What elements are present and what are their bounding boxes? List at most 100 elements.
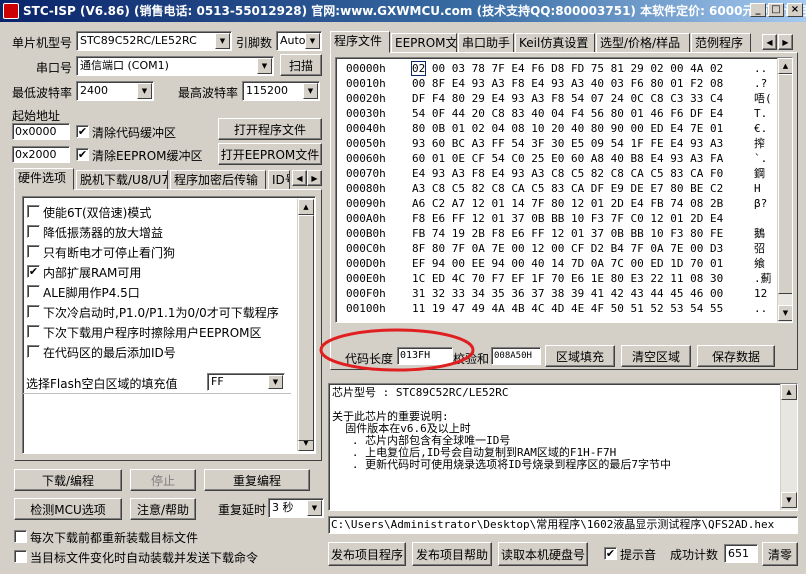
hex-ascii: 搾: [754, 137, 765, 150]
option-label: ALE脚用作P4.5口: [43, 286, 140, 300]
open-program-button[interactable]: 打开程序文件: [218, 118, 322, 140]
maximize-button[interactable]: □: [768, 3, 784, 17]
publish-help-button[interactable]: 发布项目帮助: [412, 542, 492, 566]
max-baud-value: 115200: [246, 84, 288, 97]
hex-row: 00000h 02 00 03 78 7F E4 F6 D8 FD 75 81 2…: [336, 61, 776, 77]
rtab-2[interactable]: 串口助手: [458, 33, 514, 53]
option-checkbox[interactable]: [27, 345, 40, 358]
option-label: 内部扩展RAM可用: [43, 266, 142, 280]
hex-address: 000A0h: [346, 212, 386, 225]
option-checkbox[interactable]: [27, 225, 40, 238]
read-disk-button[interactable]: 读取本机硬盘号: [498, 542, 588, 566]
open-eeprom-button[interactable]: 打开EEPROM文件: [218, 143, 322, 165]
hex-address: 00000h: [346, 62, 386, 75]
mcu-select[interactable]: STC89C52RC/LE52RC ▼: [76, 31, 232, 51]
hex-bytes: 8F 80 7F 0A 7E 00 12 00 CF D2 B4 7F 0A 7…: [412, 242, 724, 255]
info-scrollbar[interactable]: ▲ ▼: [780, 384, 797, 510]
option-checkbox[interactable]: [27, 205, 40, 218]
autosend-checkbox[interactable]: [14, 550, 27, 563]
max-baud-label: 最高波特率: [178, 86, 239, 100]
minimize-button[interactable]: _: [750, 3, 766, 17]
tab-right-arrow-icon[interactable]: ▶: [307, 170, 322, 186]
rtab-1[interactable]: EEPROM文件: [391, 33, 457, 53]
port-value: 通信端口 (COM1): [80, 59, 169, 72]
checksum-value: 008A50H: [491, 347, 541, 365]
option-label: 只有断电才可停止看门狗: [43, 246, 176, 260]
option-checkbox[interactable]: ✔: [27, 265, 40, 278]
chevron-down-icon: ▼: [268, 375, 283, 389]
clear-area-button[interactable]: 清空区域: [621, 345, 691, 367]
addr2-input[interactable]: 0x2000: [12, 146, 70, 163]
hex-bytes: 1C ED 4C 70 F7 EF 1F 70 E6 1E 80 E3 22 1…: [412, 272, 724, 285]
rtab-5[interactable]: 范例程序: [691, 33, 751, 53]
hex-row: 000F0h 31 32 33 34 35 36 37 38 39 41 42 4…: [336, 286, 776, 302]
options-list: 使能6T(双倍速)模式 降低振荡器的放大增益 只有断电才可停止看门狗 ✔ 内部扩展RAM…: [22, 196, 316, 454]
tab-id[interactable]: ID号: [268, 170, 290, 190]
rtab-right-arrow-icon[interactable]: ▶: [778, 34, 793, 50]
scroll-thumb[interactable]: [778, 74, 792, 294]
clear-count-button[interactable]: 清零: [762, 542, 798, 566]
scroll-up-icon[interactable]: ▲: [298, 199, 314, 215]
scan-button[interactable]: 扫描: [280, 54, 322, 76]
scroll-thumb[interactable]: [298, 215, 314, 441]
tab-hardware[interactable]: 硬件选项: [14, 168, 74, 190]
detect-mcu-button[interactable]: 检测MCU选项: [14, 498, 122, 520]
options-scrollbar[interactable]: ▲ ▼: [297, 199, 314, 451]
hex-bytes: 31 32 33 34 35 36 37 38 39 41 42 43 44 4…: [412, 287, 724, 300]
close-button[interactable]: ×: [787, 3, 803, 17]
addr1-input[interactable]: 0x0000: [12, 123, 70, 140]
hex-ascii: 弨: [754, 242, 765, 255]
min-baud-select[interactable]: 2400 ▼: [76, 81, 154, 101]
option-checkbox[interactable]: [27, 325, 40, 338]
hex-ascii: 12: [754, 287, 768, 300]
hex-view[interactable]: 00000h 02 00 03 78 7F E4 F6 D8 FD 75 81 2…: [335, 57, 793, 323]
tab-encrypt[interactable]: 程序加密后传输: [170, 170, 266, 190]
download-button[interactable]: 下载/编程: [14, 469, 122, 491]
chevron-down-icon: ▼: [305, 33, 320, 49]
info-line: 芯片型号 : STC89C52RC/LE52RC: [332, 386, 509, 399]
stop-button[interactable]: 停止: [130, 469, 196, 491]
beep-checkbox[interactable]: ✔: [604, 547, 617, 560]
save-data-button[interactable]: 保存数据: [697, 345, 775, 367]
hex-ascii: 鵝: [754, 227, 765, 240]
help-button[interactable]: 注意/帮助: [130, 498, 196, 520]
hex-ascii: ..: [754, 302, 768, 315]
option-checkbox[interactable]: [27, 285, 40, 298]
clear-code-checkbox[interactable]: ✔: [76, 125, 89, 138]
hex-ascii: ..: [754, 62, 768, 75]
rtab-0[interactable]: 程序文件: [330, 31, 390, 53]
reprogram-button[interactable]: 重复编程: [204, 469, 310, 491]
publish-program-button[interactable]: 发布项目程序: [328, 542, 406, 566]
hex-scrollbar[interactable]: ▲ ▼: [777, 58, 792, 322]
hex-row: 00030h 54 0F 44 20 C8 83 40 04 F4 56 80 0…: [336, 106, 776, 122]
pins-label: 引脚数: [236, 36, 273, 50]
option-checkbox[interactable]: [27, 305, 40, 318]
scroll-up-icon[interactable]: ▲: [778, 58, 792, 74]
scroll-up-icon[interactable]: ▲: [781, 384, 797, 400]
rtab-left-arrow-icon[interactable]: ◀: [762, 34, 777, 50]
port-select[interactable]: 通信端口 (COM1) ▼: [76, 56, 274, 76]
hex-row: 00100h 11 19 47 49 4A 4B 4C 4D 4E 4F 50 5…: [336, 301, 776, 317]
delay-select[interactable]: 3 秒 ▼: [268, 498, 324, 518]
tab-left-arrow-icon[interactable]: ◀: [292, 170, 307, 186]
pins-select[interactable]: Auto ▼: [276, 31, 322, 51]
scroll-down-icon[interactable]: ▼: [781, 492, 797, 508]
fill-select[interactable]: FF ▼: [207, 373, 285, 391]
hex-ascii: T.: [754, 107, 768, 120]
chevron-down-icon: ▼: [257, 58, 272, 74]
fill-area-button[interactable]: 区域填充: [545, 345, 615, 367]
rtab-3[interactable]: Keil仿真设置: [515, 33, 595, 53]
tab-offline[interactable]: 脱机下载/U8/U7: [76, 170, 168, 190]
annotation-ellipse: [319, 328, 475, 372]
scroll-down-icon[interactable]: ▼: [778, 305, 792, 321]
min-baud-label: 最低波特率: [12, 86, 73, 100]
hex-bytes: 11 19 47 49 4A 4B 4C 4D 4E 4F 50 51 52 5…: [412, 302, 724, 315]
rtab-4[interactable]: 选型/价格/样品: [596, 33, 690, 53]
clear-eeprom-checkbox[interactable]: ✔: [76, 148, 89, 161]
max-baud-select[interactable]: 115200 ▼: [242, 81, 320, 101]
hex-bytes: F8 E6 FF 12 01 37 0B BB 10 F3 7F C0 12 0…: [412, 212, 724, 225]
hex-ascii: .?: [754, 77, 768, 90]
option-checkbox[interactable]: [27, 245, 40, 258]
hex-row: 00080h A3 C8 C5 82 C8 CA C5 83 CA DF E9 D…: [336, 181, 776, 197]
reload-checkbox[interactable]: [14, 530, 27, 543]
